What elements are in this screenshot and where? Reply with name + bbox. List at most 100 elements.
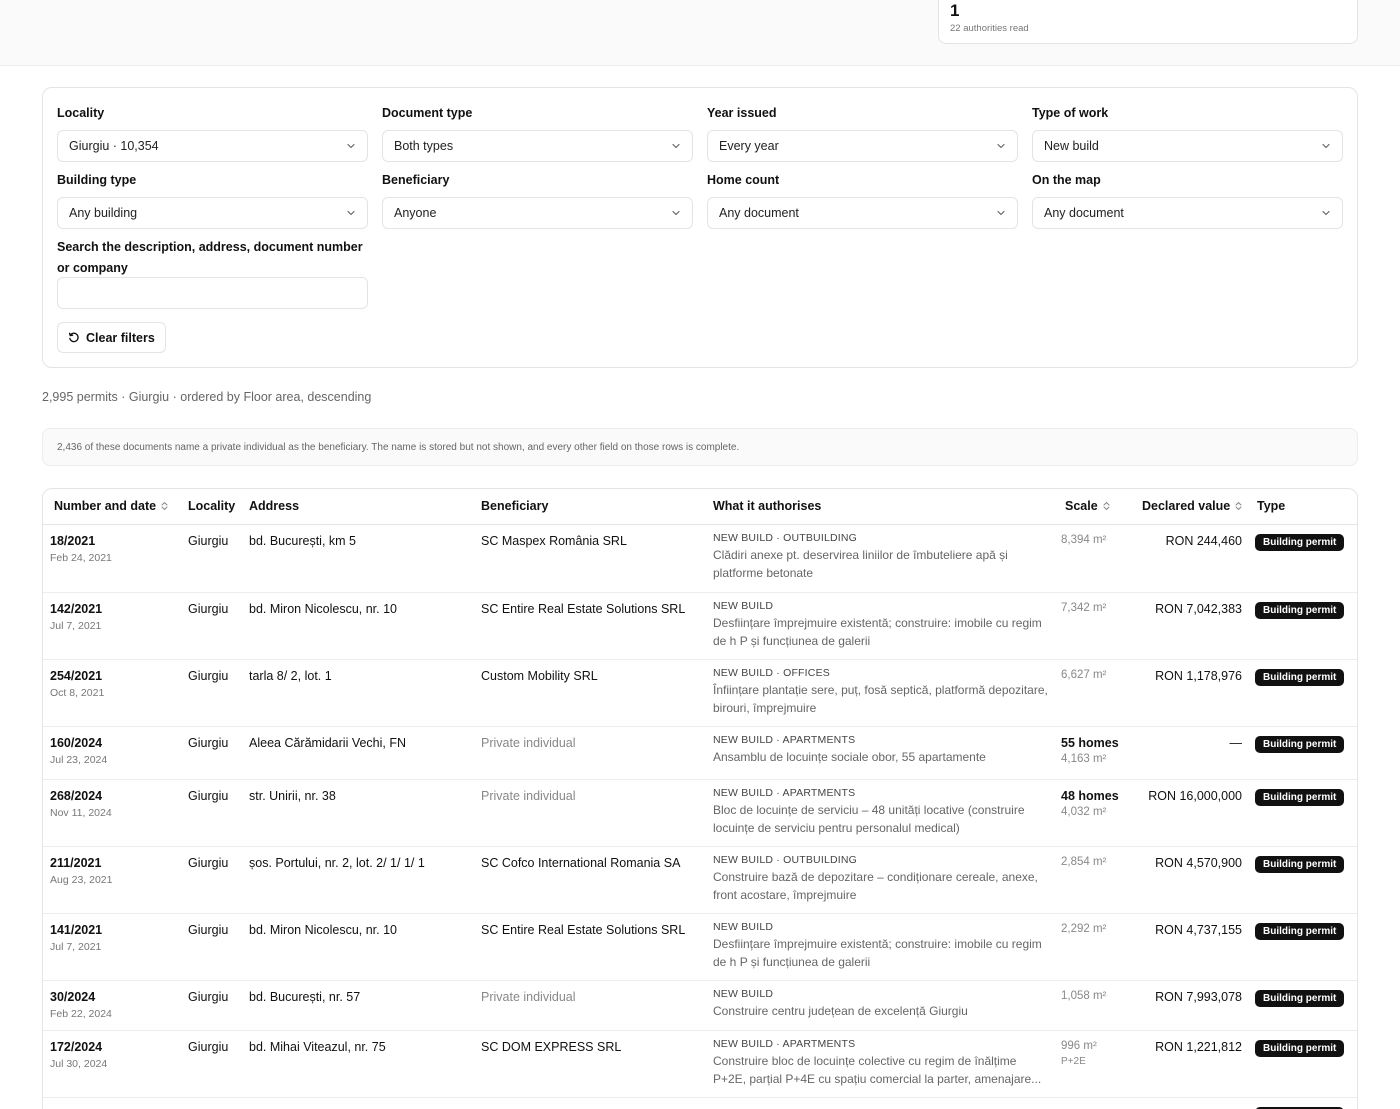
table-row[interactable]: 18/2021 Feb 24, 2021 Giurgiu bd. București,… [43,525,1357,593]
beneficiary-cell: Private individual [481,789,576,803]
locality-cell: Giurgiu [188,990,229,1004]
work-description: Desființare împrejmuire existentă; const… [713,616,1042,648]
filter-locality-select[interactable]: Giurgiu · 10,354 [57,130,368,162]
filters-panel: Locality Giurgiu · 10,354 Document type Bot… [42,87,1358,368]
table-row[interactable]: Building permit [43,1098,1357,1109]
permit-number-cell: 30/2024 Feb 22, 2024 [50,990,112,1020]
permit-number-cell: 172/2024 Jul 30, 2024 [50,1040,107,1070]
search-label: Search the description, address, documen… [57,240,363,275]
permit-number: 30/2024 [50,990,96,1004]
beneficiary-cell: Custom Mobility SRL [481,669,598,683]
filter-type-of-work: Type of work New build [1032,105,1343,162]
filter-value: Any document [719,206,799,220]
work-description: Clădiri anexe pt. deservirea liniilor de… [713,548,1008,580]
filter-value: Both types [394,139,454,153]
work-kind: NEW BUILD [713,921,774,933]
privacy-notice-text: 2,436 of these documents name a private … [57,441,740,453]
filter-on-the-map-select[interactable]: Any document [1032,197,1343,229]
search-input[interactable] [57,277,368,309]
floor-area: 996 m² [1061,1040,1097,1052]
floor-regime: P+2E [1061,1056,1086,1067]
table-row[interactable]: 30/2024 Feb 22, 2024 Giurgiu bd. București,… [43,981,1357,1031]
work-kind: NEW BUILD [713,600,774,612]
type-cell: Building permit [1255,534,1345,551]
type-cell: Building permit [1255,602,1345,619]
permit-number-cell: 142/2021 Jul 7, 2021 [50,602,102,632]
chevron-down-icon [1322,210,1330,216]
table-row[interactable]: 141/2021 Jul 7, 2021 Giurgiu bd. Miron Nico… [43,914,1357,981]
authorisation-cell [713,1105,1048,1108]
table-row[interactable]: 211/2021 Aug 23, 2021 Giurgiu șos. Portului… [43,847,1357,914]
filter-document-type-select[interactable]: Both types [382,130,693,162]
chevron-down-icon [997,210,1005,216]
permit-type-badge: Building permit [1255,923,1345,940]
permit-number: 141/2021 [50,923,103,937]
permit-type-badge: Building permit [1255,1040,1345,1057]
column-header-label: Scale [1065,499,1098,513]
declared-value-cell: RON 4,737,155 [1155,923,1242,937]
permit-date: Jul 30, 2024 [50,1058,108,1070]
column-header-scale[interactable]: Scale [1065,499,1110,513]
table-row[interactable]: 172/2024 Jul 30, 2024 Giurgiu bd. Mihai Vit… [43,1031,1357,1098]
locality-cell: Giurgiu [188,1040,229,1054]
type-cell: Building permit [1255,856,1345,873]
filter-year-issued-select[interactable]: Every year [707,130,1018,162]
table-row[interactable]: 254/2021 Oct 8, 2021 Giurgiu tarla 8/ 2, lo… [43,660,1357,727]
permits-table: Number and date Locality Address Beneficiar… [42,488,1358,1109]
work-description: Înființare plantație sere, puț, fosă sep… [713,683,1048,715]
filter-home-count: Home count Any document [707,172,1018,229]
filter-type-of-work-select[interactable]: New build [1032,130,1343,162]
stats-band: 1 22 authorities read [0,0,1400,66]
filter-label: Type of work [1032,106,1109,120]
authorisation-cell: NEW BUILD · APARTMENTS Bloc de locuințe d… [713,787,1048,837]
authorisation-cell: NEW BUILD Construire centru județean de e… [713,988,1048,1021]
table-row[interactable]: 142/2021 Jul 7, 2021 Giurgiu bd. Miron Nico… [43,593,1357,660]
locality-cell: Giurgiu [188,789,229,803]
chevron-down-icon [347,143,355,149]
table-header: Number and date Locality Address Beneficiar… [43,489,1357,525]
chevron-down-icon [997,143,1005,149]
floor-area: 4,163 m² [1061,753,1107,765]
permit-number: 211/2021 [50,856,102,870]
floor-area: 2,292 m² [1061,923,1107,935]
filter-home-count-select[interactable]: Any document [707,197,1018,229]
floor-area: 8,394 m² [1061,534,1107,546]
filter-label: Home count [707,173,780,187]
beneficiary-cell: SC Entire Real Estate Solutions SRL [481,923,686,937]
permit-type-badge: Building permit [1255,736,1345,753]
declared-value-cell: RON 1,221,812 [1155,1040,1242,1054]
filter-building-type-select[interactable]: Any building [57,197,368,229]
column-header-locality: Locality [188,499,235,513]
work-kind: NEW BUILD [713,988,774,1000]
filter-label: Beneficiary [382,173,450,187]
permit-number-cell: 211/2021 Aug 23, 2021 [50,856,112,886]
work-description: Construire bloc de locuințe colective cu… [713,1054,1042,1086]
column-header-number[interactable]: Number and date [54,499,168,513]
column-header-address: Address [249,499,299,513]
filter-value: Any building [69,206,138,220]
permit-type-badge: Building permit [1255,602,1345,619]
table-row[interactable]: 268/2024 Nov 11, 2024 Giurgiu str. Unirii, … [43,780,1357,847]
permit-number-cell: 268/2024 Nov 11, 2024 [50,789,112,819]
scale-cell: 48 homes 4,032 m² [1061,789,1119,818]
authorisation-cell: NEW BUILD · OFFICES Înființare plantație … [713,667,1048,717]
work-description: Ansamblu de locuințe sociale obor, 55 ap… [713,750,986,764]
column-header-value[interactable]: Declared value [1142,499,1242,513]
permit-date: Feb 22, 2024 [50,1008,112,1020]
column-header-label: Number and date [54,499,157,513]
table-body: 18/2021 Feb 24, 2021 Giurgiu bd. București,… [43,525,1357,1109]
declared-value-cell: RON 244,460 [1165,534,1242,548]
clear-filters-button[interactable]: Clear filters [57,322,166,353]
filter-beneficiary-select[interactable]: Anyone [382,197,693,229]
column-header-type: Type [1257,499,1285,513]
scale-cell: 7,342 m² [1061,602,1106,614]
home-count: 55 homes [1061,736,1119,750]
locality-cell: Giurgiu [188,602,229,616]
table-row[interactable]: 160/2024 Jul 23, 2024 Giurgiu Aleea Cărămid… [43,727,1357,780]
column-header-label: Beneficiary [481,499,549,513]
permit-type-badge: Building permit [1255,990,1345,1007]
filter-value: Giurgiu · 10,354 [69,139,159,153]
beneficiary-cell: SC Maspex România SRL [481,534,627,548]
permit-number: 172/2024 [50,1040,103,1054]
filter-value: New build [1044,139,1099,153]
